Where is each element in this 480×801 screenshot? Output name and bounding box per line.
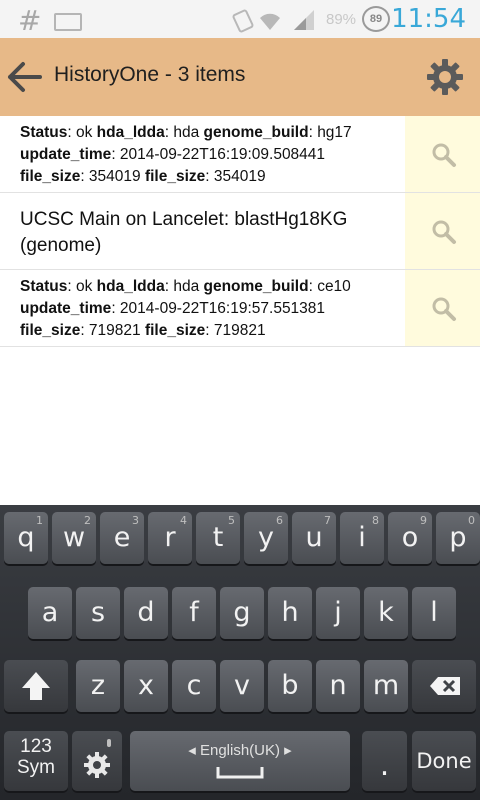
key-hint: 4: [180, 514, 187, 527]
back-arrow-icon: [8, 62, 42, 92]
space-bar-icon: [216, 767, 264, 779]
key-hint: 5: [228, 514, 235, 527]
back-button[interactable]: [6, 58, 44, 96]
gear-icon: [427, 59, 463, 95]
key-r[interactable]: r4: [148, 512, 192, 564]
key-hint: 3: [132, 514, 139, 527]
key-label: x: [138, 670, 154, 701]
key-s[interactable]: s: [76, 587, 120, 639]
on-screen-keyboard: 123 Sym ◂ English(UK) ▸ . Done q1w2e3r4t…: [0, 505, 480, 800]
key-k[interactable]: k: [364, 587, 408, 639]
key-label: b: [281, 670, 299, 701]
key-label: f: [189, 597, 199, 628]
shift-key[interactable]: [4, 660, 68, 712]
battery-percent: 89%: [326, 11, 357, 28]
done-key[interactable]: Done: [412, 731, 476, 791]
search-icon: [432, 297, 456, 321]
key-label: j: [334, 597, 342, 628]
key-h[interactable]: h: [268, 587, 312, 639]
key-c[interactable]: c: [172, 660, 216, 712]
key-u[interactable]: u7: [292, 512, 336, 564]
key-hint: 2: [84, 514, 91, 527]
status-icons: [232, 6, 322, 39]
key-m[interactable]: m: [364, 660, 408, 712]
key-g[interactable]: g: [220, 587, 264, 639]
backspace-key[interactable]: [412, 660, 476, 712]
view-button[interactable]: [405, 270, 480, 346]
status-bar: # 89% 89 11:54: [0, 0, 480, 38]
key-o[interactable]: o9: [388, 512, 432, 564]
view-button[interactable]: [405, 116, 480, 192]
battery-icon: 89: [362, 6, 390, 32]
item-text: Status: ok hda_ldda: hda genome_build: c…: [0, 270, 405, 346]
key-label: v: [234, 670, 250, 701]
history-list: Status: ok hda_ldda: hda genome_build: h…: [0, 116, 480, 347]
key-label: m: [372, 670, 400, 701]
key-j[interactable]: j: [316, 587, 360, 639]
key-e[interactable]: e3: [100, 512, 144, 564]
key-f[interactable]: f: [172, 587, 216, 639]
clock: 11:54: [391, 4, 466, 34]
action-bar: HistoryOne - 3 items: [0, 38, 480, 116]
key-label: a: [41, 597, 59, 628]
key-label: h: [281, 597, 299, 628]
gear-icon: [84, 739, 111, 778]
period-key[interactable]: .: [362, 731, 407, 791]
signal-wifi-icon: [232, 9, 314, 33]
key-x[interactable]: x: [124, 660, 168, 712]
key-z[interactable]: z: [76, 660, 120, 712]
key-hint: 1: [36, 514, 43, 527]
search-icon: [432, 143, 456, 167]
key-label: g: [233, 597, 251, 628]
list-item[interactable]: UCSC Main on Lancelet: blastHg18KG (geno…: [0, 193, 480, 270]
space-key[interactable]: ◂ English(UK) ▸: [130, 731, 350, 791]
key-y[interactable]: y6: [244, 512, 288, 564]
backspace-icon: [430, 677, 460, 695]
key-hint: 9: [420, 514, 427, 527]
key-q[interactable]: q1: [4, 512, 48, 564]
key-n[interactable]: n: [316, 660, 360, 712]
shift-icon: [22, 672, 50, 700]
key-l[interactable]: l: [412, 587, 456, 639]
view-button[interactable]: [405, 193, 480, 269]
key-label: c: [186, 670, 202, 701]
settings-key[interactable]: [72, 731, 122, 791]
key-w[interactable]: w2: [52, 512, 96, 564]
key-label: l: [430, 597, 438, 628]
key-label: z: [90, 670, 106, 701]
list-item[interactable]: Status: ok hda_ldda: hda genome_build: c…: [0, 270, 480, 347]
key-p[interactable]: p0: [436, 512, 480, 564]
key-hint: 6: [276, 514, 283, 527]
settings-button[interactable]: [424, 56, 466, 98]
hash-icon: #: [18, 4, 42, 37]
page-title: HistoryOne - 3 items: [54, 63, 246, 86]
item-text: Status: ok hda_ldda: hda genome_build: h…: [0, 116, 405, 192]
key-label: d: [137, 597, 155, 628]
item-title: UCSC Main on Lancelet: blastHg18KG (geno…: [0, 193, 405, 269]
list-item[interactable]: Status: ok hda_ldda: hda genome_build: h…: [0, 116, 480, 193]
key-d[interactable]: d: [124, 587, 168, 639]
symbols-key[interactable]: 123 Sym: [4, 731, 68, 791]
search-icon: [432, 220, 456, 244]
key-hint: 8: [372, 514, 379, 527]
key-a[interactable]: a: [28, 587, 72, 639]
key-v[interactable]: v: [220, 660, 264, 712]
key-t[interactable]: t5: [196, 512, 240, 564]
key-hint: 7: [324, 514, 331, 527]
key-label: n: [329, 670, 347, 701]
key-b[interactable]: b: [268, 660, 312, 712]
key-label: s: [90, 597, 106, 628]
key-label: k: [378, 597, 394, 628]
key-i[interactable]: i8: [340, 512, 384, 564]
key-hint: 0: [468, 514, 475, 527]
keyboard-icon: [54, 13, 82, 31]
